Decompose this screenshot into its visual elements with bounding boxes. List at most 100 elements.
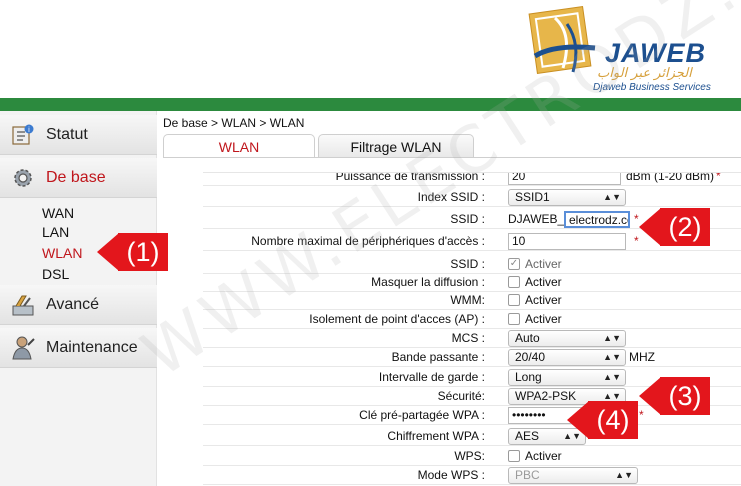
- ssid-enable-checkbox[interactable]: ✓: [508, 258, 520, 270]
- row-ap-isolation: Isolement de point d'acces (AP) : Active…: [203, 310, 741, 329]
- chevron-updown-icon: ▲▼: [615, 470, 633, 480]
- breadcrumb: De base > WLAN > WLAN: [163, 116, 305, 130]
- menu-avance-label: Avancé: [46, 295, 100, 313]
- row-wps: WPS: Activer: [203, 447, 741, 466]
- row-wmm: WMM: Activer: [203, 291, 741, 310]
- wps-mode-select[interactable]: PBC ▲▼: [508, 467, 638, 484]
- psk-label: Clé pré-partagée WPA :: [359, 408, 485, 422]
- callout-3: (3): [639, 377, 710, 415]
- tab-filtrage-wlan[interactable]: Filtrage WLAN: [318, 134, 474, 158]
- security-label: Sécurité:: [437, 389, 485, 403]
- wps-mode-label: Mode WPS :: [417, 468, 485, 482]
- logo-arabic: الجزائر عبر الواب: [597, 66, 692, 81]
- callout-1: (1): [97, 233, 168, 271]
- menu-maintenance-label: Maintenance: [46, 338, 138, 356]
- header: JAWEB الجزائر عبر الواب Djaweb Business …: [0, 0, 741, 98]
- ssid-enable-text: Activer: [525, 257, 562, 271]
- hide-broadcast-text: Activer: [525, 275, 562, 289]
- chevron-updown-icon: ▲▼: [603, 192, 621, 202]
- wmm-checkbox[interactable]: [508, 294, 520, 306]
- tab-underline: [163, 157, 741, 158]
- ssid-index-value: SSID1: [515, 190, 550, 204]
- logo-subtitle: Djaweb Business Services: [593, 82, 711, 93]
- ssid-index-label: Index SSID :: [417, 190, 485, 204]
- callout-2: (2): [639, 208, 710, 246]
- transmission-power-label: Puissance de transmission :: [335, 172, 485, 183]
- gear-icon: [10, 165, 36, 191]
- chevron-updown-icon: ▲▼: [603, 372, 621, 382]
- menu-avance[interactable]: Avancé: [0, 285, 157, 325]
- ssid-enable-label: SSID :: [450, 257, 485, 271]
- encryption-value: AES: [515, 429, 540, 443]
- svg-text:i: i: [28, 126, 30, 134]
- max-devices-label: Nombre maximal de périphériques d'accès …: [251, 234, 485, 248]
- sidebar: i Statut De base Avancé Maintenance: [0, 111, 157, 486]
- row-ssid-enable: SSID : ✓ Activer: [203, 255, 741, 274]
- tools-icon: [10, 292, 36, 318]
- transmission-power-input[interactable]: 20: [508, 173, 621, 185]
- row-mcs: MCS : Auto ▲▼: [203, 329, 741, 348]
- ssid-index-select[interactable]: SSID1 ▲▼: [508, 189, 626, 206]
- mcs-value: Auto: [515, 331, 540, 345]
- menu-statut-label: Statut: [46, 125, 88, 143]
- djaweb-logo: JAWEB الجزائر عبر الواب Djaweb Business …: [515, 4, 737, 96]
- row-bandwidth: Bande passante : 20/40 ▲▼ MHZ: [203, 348, 741, 367]
- wmm-text: Activer: [525, 293, 562, 307]
- wps-label: WPS:: [454, 449, 485, 463]
- callout-2-label: (2): [668, 211, 702, 242]
- chevron-updown-icon: ▲▼: [603, 352, 621, 362]
- required-mark: *: [634, 212, 639, 226]
- ssid-prefix: DJAWEB_: [508, 212, 565, 226]
- callout-3-label: (3): [668, 380, 702, 411]
- mcs-label: MCS :: [451, 331, 485, 345]
- bandwidth-unit: MHZ: [629, 350, 655, 364]
- ap-isolation-checkbox[interactable]: [508, 313, 520, 325]
- callout-1-label: (1): [126, 236, 160, 267]
- ap-isolation-text: Activer: [525, 312, 562, 326]
- bandwidth-label: Bande passante :: [391, 350, 485, 364]
- tab-wlan[interactable]: WLAN: [163, 134, 315, 158]
- mcs-select[interactable]: Auto ▲▼: [508, 330, 626, 347]
- submenu-lan[interactable]: LAN: [42, 224, 69, 240]
- arrow-left-icon: [567, 401, 589, 439]
- arrow-left-icon: [639, 377, 661, 415]
- menu-de-base[interactable]: De base: [0, 158, 157, 198]
- header-green-bar: [0, 98, 741, 111]
- max-devices-input[interactable]: 10: [508, 233, 626, 250]
- user-icon: [10, 335, 36, 361]
- guard-interval-label: Intervalle de garde :: [378, 370, 485, 384]
- ssid-input[interactable]: electrodz.com: [564, 211, 630, 228]
- row-hide-broadcast: Masquer la diffusion : Activer: [203, 273, 741, 292]
- callout-4-label: (4): [596, 404, 630, 435]
- encryption-label: Chiffrement WPA :: [387, 429, 485, 443]
- hide-broadcast-checkbox[interactable]: [508, 276, 520, 288]
- row-wps-mode: Mode WPS : PBC ▲▼: [203, 466, 741, 485]
- required-mark: *: [634, 234, 639, 248]
- transmission-power-hint: dBm (1-20 dBm): [626, 172, 715, 183]
- menu-de-base-label: De base: [46, 168, 106, 186]
- guard-interval-value: Long: [515, 370, 542, 384]
- wmm-label: WMM:: [450, 293, 485, 307]
- guard-interval-select[interactable]: Long ▲▼: [508, 369, 626, 386]
- wps-text: Activer: [525, 449, 562, 463]
- logo-name: JAWEB: [605, 38, 707, 68]
- ssid-label: SSID :: [450, 212, 485, 226]
- submenu-wan[interactable]: WAN: [42, 205, 74, 221]
- row-transmission-power: Puissance de transmission : 20 dBm (1-20…: [203, 172, 741, 186]
- menu-maintenance[interactable]: Maintenance: [0, 328, 157, 368]
- ap-isolation-label: Isolement de point d'acces (AP) :: [309, 312, 485, 326]
- bandwidth-select[interactable]: 20/40 ▲▼: [508, 349, 626, 366]
- arrow-left-icon: [639, 208, 661, 246]
- bandwidth-value: 20/40: [515, 350, 546, 364]
- menu-statut[interactable]: i Statut: [0, 115, 157, 155]
- row-ssid-index: Index SSID : SSID1 ▲▼: [203, 188, 741, 207]
- row-encryption: Chiffrement WPA : AES ▲▼: [203, 427, 741, 446]
- submenu-wlan[interactable]: WLAN: [42, 245, 82, 261]
- status-icon: i: [10, 122, 36, 148]
- chevron-updown-icon: ▲▼: [603, 333, 621, 343]
- arrow-left-icon: [97, 233, 119, 271]
- hide-broadcast-label: Masquer la diffusion :: [371, 275, 485, 289]
- wps-checkbox[interactable]: [508, 450, 520, 462]
- submenu-dsl[interactable]: DSL: [42, 266, 69, 282]
- callout-4: (4): [567, 401, 638, 439]
